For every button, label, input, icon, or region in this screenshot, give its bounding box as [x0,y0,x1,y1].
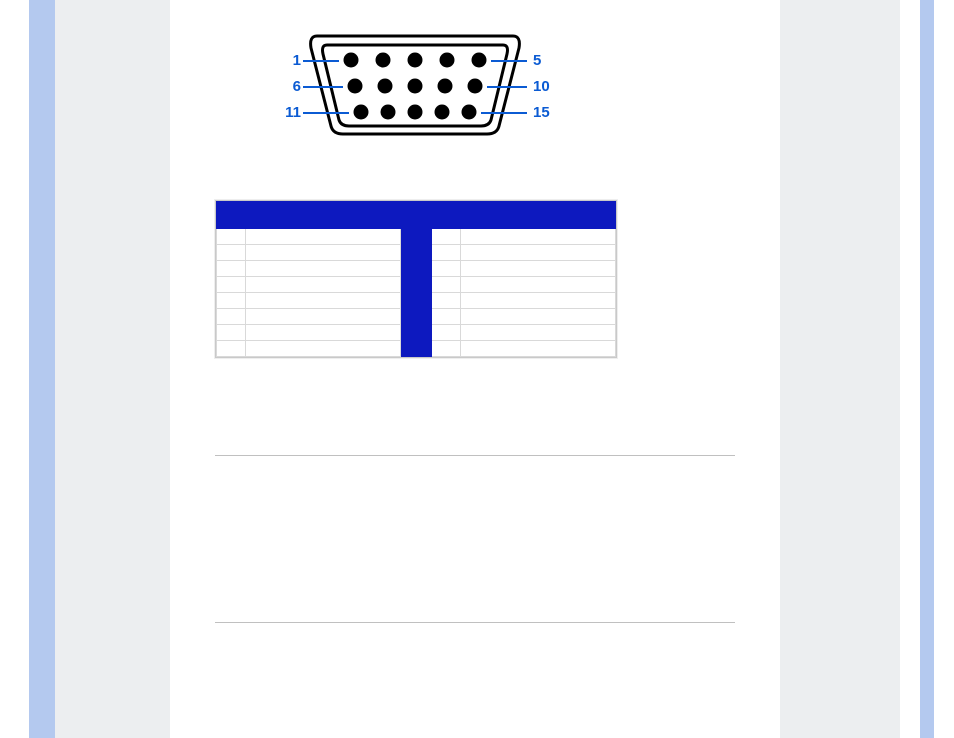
cell-pin-number [432,245,461,261]
pin-assignment-table [215,200,617,358]
table-header-row [217,202,616,229]
cell-pin-number [432,229,461,245]
pin-label-11: 11 [281,104,301,121]
table-row [217,245,616,261]
cell-gap [400,229,431,245]
cell-signal-name [461,229,616,245]
table-row [217,309,616,325]
leader-line [481,112,527,114]
table-row [217,277,616,293]
cell-pin-number [432,341,461,357]
leader-line [487,86,527,88]
cell-pin-number [217,277,246,293]
cell-signal-name [461,277,616,293]
content-column: 1 6 11 5 10 15 [170,0,780,738]
cell-gap [400,277,431,293]
connector-diagram: 1 6 11 5 10 15 [215,30,585,150]
table-row [217,293,616,309]
gap-right [900,0,920,738]
table-row [217,325,616,341]
cell-signal-name [461,261,616,277]
leader-line [303,112,349,114]
cell-pin-number [432,277,461,293]
col-signal-name [461,202,616,229]
page: 1 6 11 5 10 15 [0,0,954,738]
stripe-left-outer [29,0,55,738]
table-row [217,229,616,245]
col-signal-name [246,202,401,229]
col-gap [400,202,431,229]
cell-pin-number [217,309,246,325]
cell-pin-number [217,293,246,309]
cell-pin-number [217,245,246,261]
cell-signal-name [461,245,616,261]
cell-pin-number [217,341,246,357]
cell-gap [400,341,431,357]
cell-gap [400,309,431,325]
cell-pin-number [217,229,246,245]
cell-signal-name [246,341,401,357]
cell-signal-name [246,229,401,245]
cell-pin-number [432,309,461,325]
pin-label-10: 10 [533,78,550,95]
col-pin-number [217,202,246,229]
cell-signal-name [461,309,616,325]
leader-line [303,86,343,88]
table-row [217,261,616,277]
cell-pin-number [432,325,461,341]
cell-pin-number [217,261,246,277]
sidebar-right [780,0,900,738]
leader-line [303,60,339,62]
leader-line [491,60,527,62]
table-row [217,341,616,357]
cell-pin-number [432,261,461,277]
cell-signal-name [246,309,401,325]
cell-gap [400,245,431,261]
col-pin-number [432,202,461,229]
cell-gap [400,293,431,309]
cell-signal-name [246,293,401,309]
dsub-connector-icon [305,30,525,140]
pin-label-1: 1 [289,52,301,69]
cell-signal-name [246,261,401,277]
cell-pin-number [217,325,246,341]
sidebar-left [55,0,170,738]
cell-signal-name [246,245,401,261]
pin-label-5: 5 [533,52,541,69]
cell-gap [400,261,431,277]
section-divider [215,455,735,456]
cell-signal-name [246,277,401,293]
pin-label-15: 15 [533,104,550,121]
cell-signal-name [246,325,401,341]
cell-pin-number [432,293,461,309]
cell-signal-name [461,293,616,309]
cell-signal-name [461,325,616,341]
pin-label-6: 6 [289,78,301,95]
section-divider [215,622,735,623]
stripe-right-outer [920,0,934,738]
cell-gap [400,325,431,341]
cell-signal-name [461,341,616,357]
